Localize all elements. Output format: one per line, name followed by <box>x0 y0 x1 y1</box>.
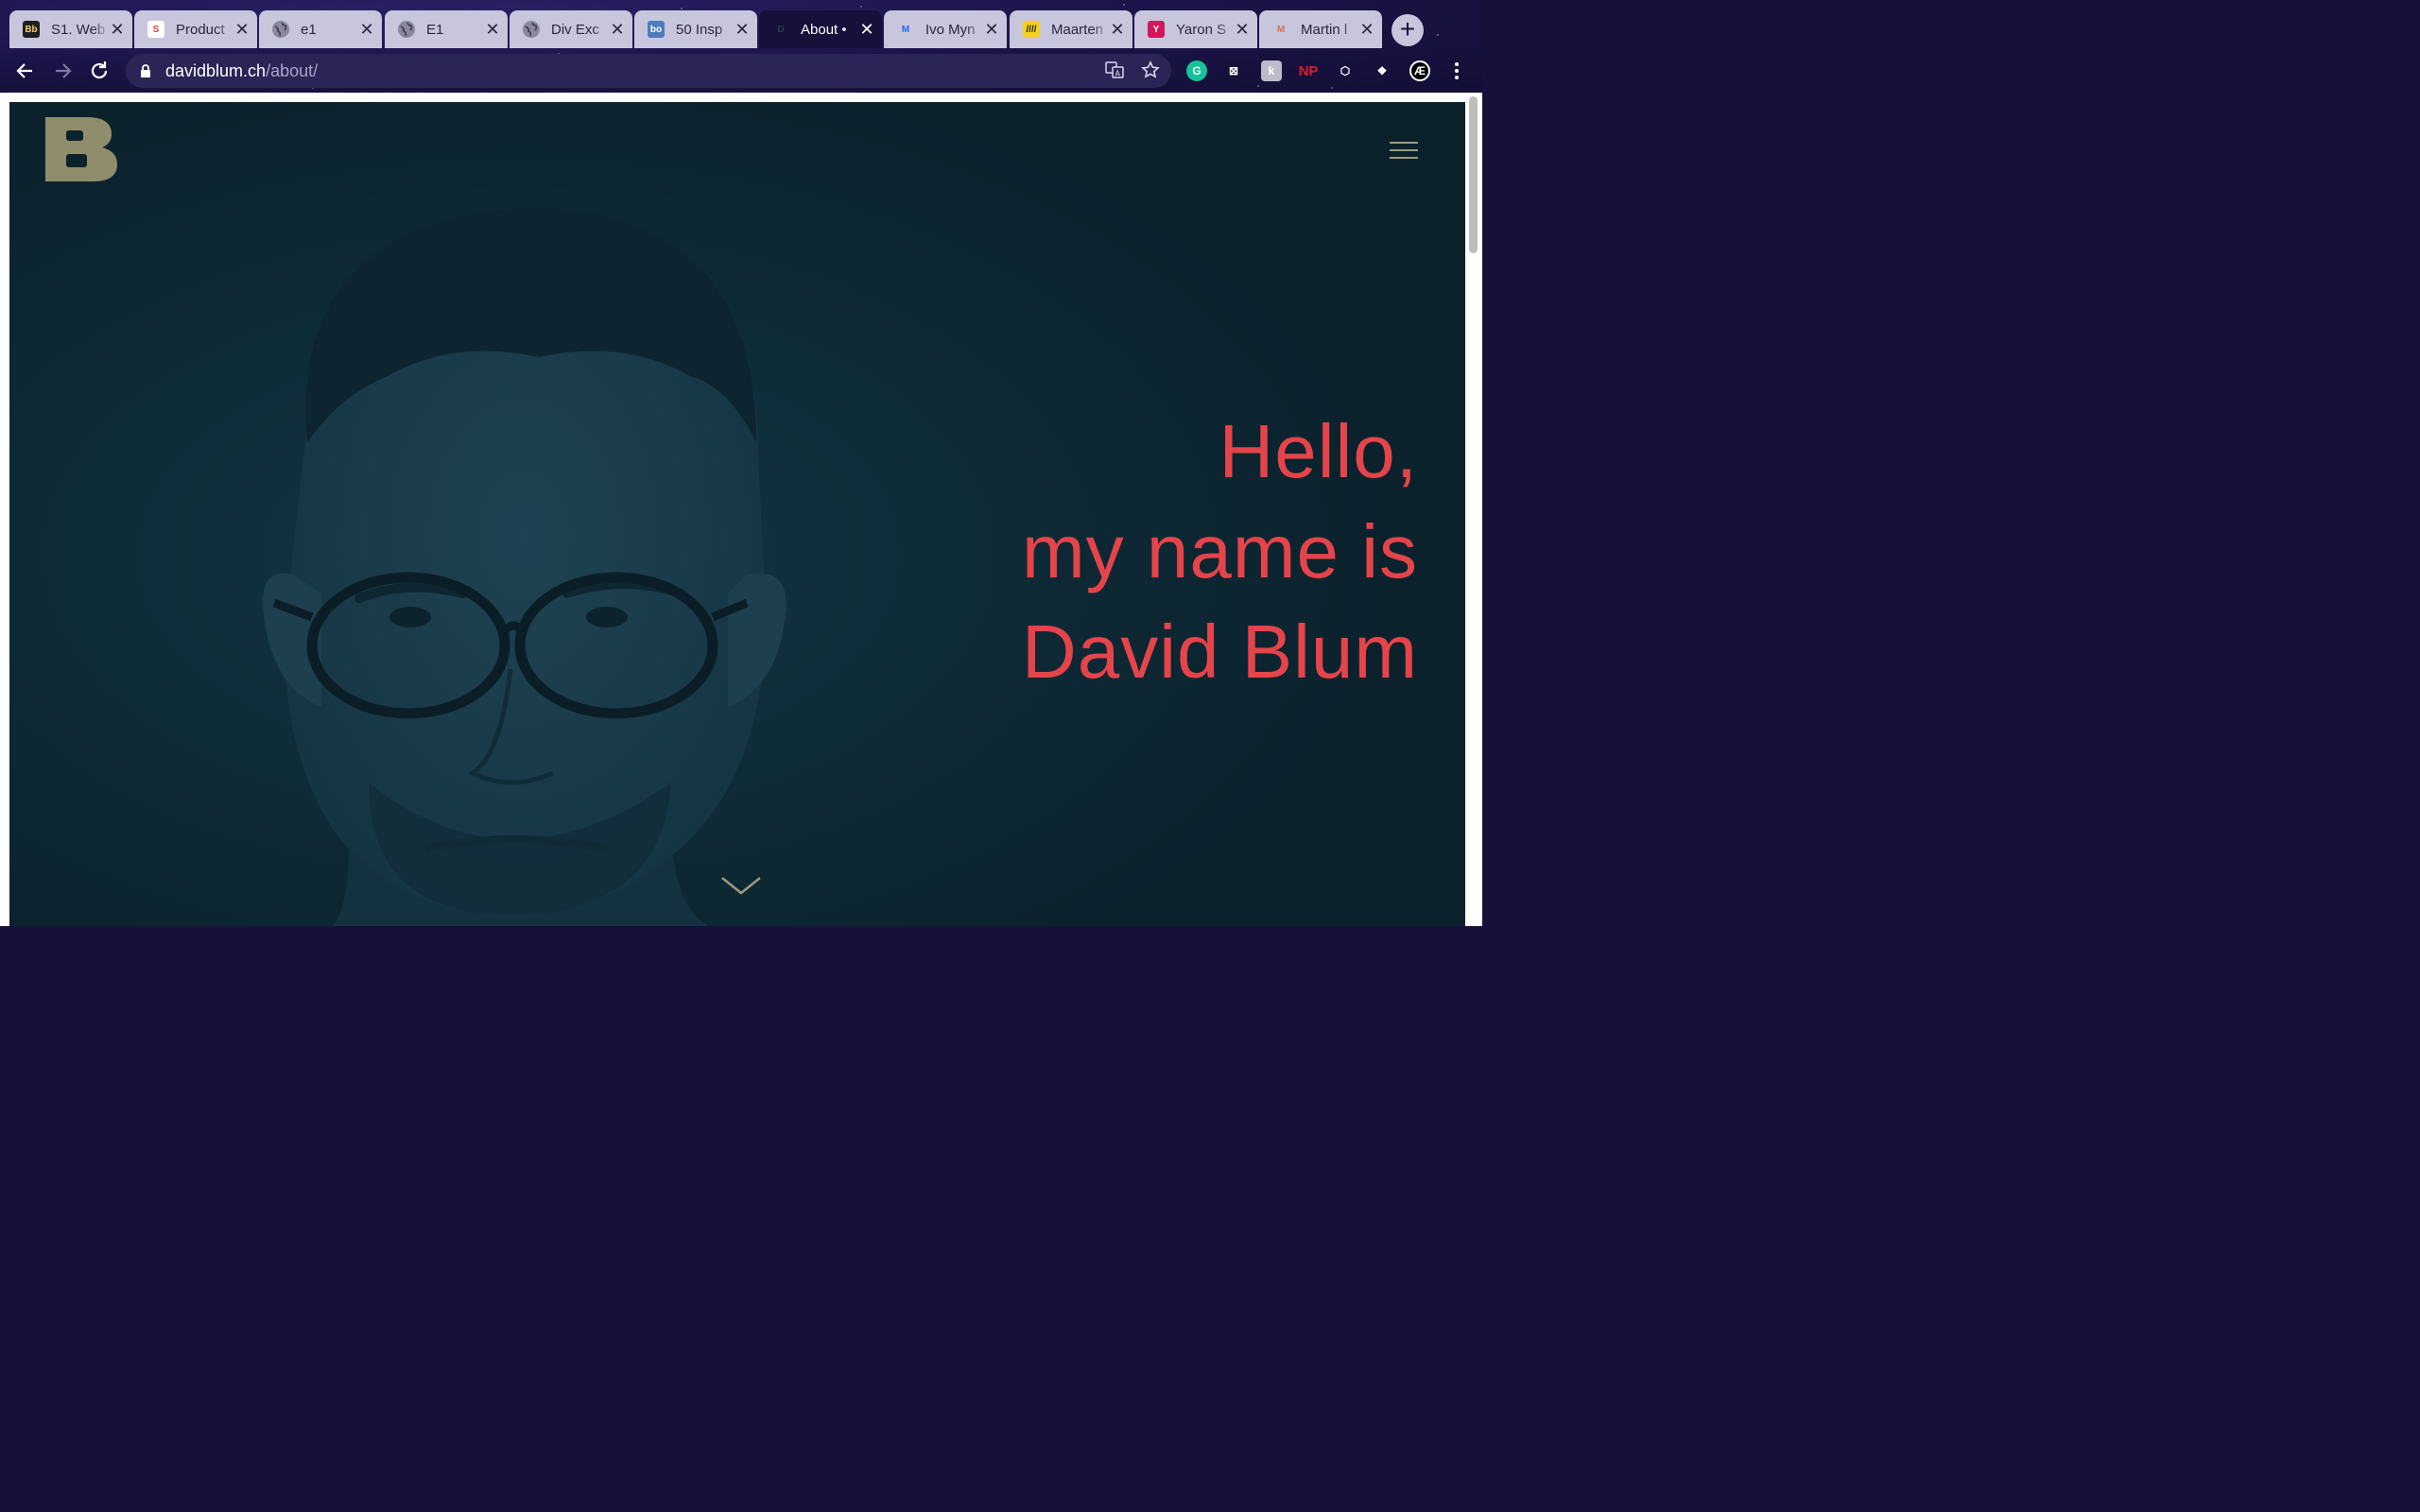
globe-icon <box>398 21 415 38</box>
arrow-right-icon <box>56 63 72 78</box>
grammarly-icon[interactable]: G <box>1186 60 1207 81</box>
close-tab-icon[interactable]: ✕ <box>359 21 374 38</box>
browser-tab[interactable]: //// Maarten ✕ <box>1010 10 1132 48</box>
tab-title: Product <box>176 21 225 38</box>
svg-text:A: A <box>1115 70 1121 78</box>
tab-favicon: Bb <box>23 21 40 38</box>
tab-title: About • <box>801 21 847 38</box>
tab-title: E1 <box>426 21 444 38</box>
close-tab-icon[interactable]: ✕ <box>1359 21 1374 38</box>
url-host: davidblum.ch <box>165 60 267 80</box>
browser-menu-button[interactable] <box>1444 59 1469 83</box>
reload-icon <box>91 61 108 79</box>
bookmark-star-icon[interactable] <box>1141 60 1160 84</box>
tab-title: 50 Insp <box>676 21 723 38</box>
globe-icon <box>523 21 540 38</box>
np-extension-icon[interactable]: NP <box>1298 60 1319 81</box>
tab-favicon: Y <box>1148 21 1165 38</box>
translate-icon[interactable]: A <box>1105 60 1124 84</box>
close-tab-icon[interactable]: ✕ <box>859 21 874 38</box>
globe-icon <box>272 21 289 38</box>
browser-tab[interactable]: bo 50 Insp ✕ <box>634 10 757 48</box>
hero-line-1: Hello, <box>1219 409 1418 493</box>
browser-tab[interactable]: M Ivo Myn ✕ <box>884 10 1007 48</box>
arrow-left-icon <box>16 63 32 78</box>
tab-favicon: //// <box>1023 21 1040 38</box>
tab-title: S1. Web <box>51 21 106 38</box>
browser-tab[interactable]: E1 ✕ <box>385 10 508 48</box>
close-tab-icon[interactable]: ✕ <box>485 21 500 38</box>
url-path: /about/ <box>266 60 319 80</box>
close-tab-icon[interactable]: ✕ <box>1235 21 1250 38</box>
address-bar[interactable]: davidblum.ch/about/ A <box>126 54 1171 88</box>
browser-tab[interactable]: M Martin l ✕ <box>1259 10 1382 48</box>
kebab-menu-icon <box>1455 62 1459 79</box>
extension-x-icon[interactable]: ⊠ <box>1223 60 1244 81</box>
tab-title: Maarten <box>1051 21 1104 38</box>
close-tab-icon[interactable]: ✕ <box>1110 21 1125 38</box>
browser-tab[interactable]: Bb S1. Web ✕ <box>9 10 132 48</box>
forward-button[interactable] <box>50 59 75 83</box>
scroll-down-chevron-icon[interactable] <box>720 875 762 898</box>
about-page: Hello, my name is David Blum <box>9 102 1465 926</box>
close-tab-icon[interactable]: ✕ <box>610 21 625 38</box>
hamburger-menu-button[interactable] <box>1390 140 1420 161</box>
lock-icon <box>139 63 152 78</box>
new-tab-button[interactable]: + <box>1392 14 1424 46</box>
profile-avatar-icon[interactable]: Æ <box>1409 60 1430 81</box>
browser-tab[interactable]: Div Exc ✕ <box>510 10 632 48</box>
browser-chrome: Bb S1. Web ✕ S Product ✕ e1 ✕ E1 ✕ Div Exc ✕ bo 50 In… <box>0 0 1482 93</box>
hero-line-3: David Blum <box>1021 610 1418 694</box>
tab-title: Ivo Myn <box>925 21 976 38</box>
browser-tab[interactable]: e1 ✕ <box>259 10 382 48</box>
tab-title: Yaron S <box>1176 21 1227 38</box>
scrollbar-thumb[interactable] <box>1469 96 1478 253</box>
site-logo[interactable] <box>45 117 117 181</box>
close-tab-icon[interactable]: ✕ <box>234 21 250 38</box>
hero-heading: Hello, my name is David Blum <box>1022 402 1418 702</box>
tab-title: Martin l <box>1301 21 1348 38</box>
hero-line-2: my name is <box>1022 509 1418 593</box>
reload-button[interactable] <box>87 59 112 83</box>
puzzle-icon[interactable]: ❖ <box>1372 60 1392 81</box>
browser-tab[interactable]: D About • ✕ <box>759 10 882 48</box>
tab-favicon: S <box>147 21 164 38</box>
close-tab-icon[interactable]: ✕ <box>110 21 125 38</box>
tab-favicon: M <box>1272 21 1289 38</box>
tab-favicon: D <box>772 21 789 38</box>
shield-extension-icon[interactable]: ⬡ <box>1335 60 1356 81</box>
tab-title: Div Exc <box>551 21 599 38</box>
tab-favicon: bo <box>648 21 665 38</box>
browser-tab[interactable]: S Product ✕ <box>134 10 257 48</box>
page-scrollbar[interactable] <box>1465 93 1482 926</box>
back-button[interactable] <box>13 59 38 83</box>
close-tab-icon[interactable]: ✕ <box>984 21 999 38</box>
extension-k-icon[interactable]: k <box>1261 60 1282 81</box>
browser-tab[interactable]: Y Yaron S ✕ <box>1134 10 1257 48</box>
tab-favicon: M <box>897 21 914 38</box>
tab-title: e1 <box>301 21 317 38</box>
close-tab-icon[interactable]: ✕ <box>735 21 750 38</box>
